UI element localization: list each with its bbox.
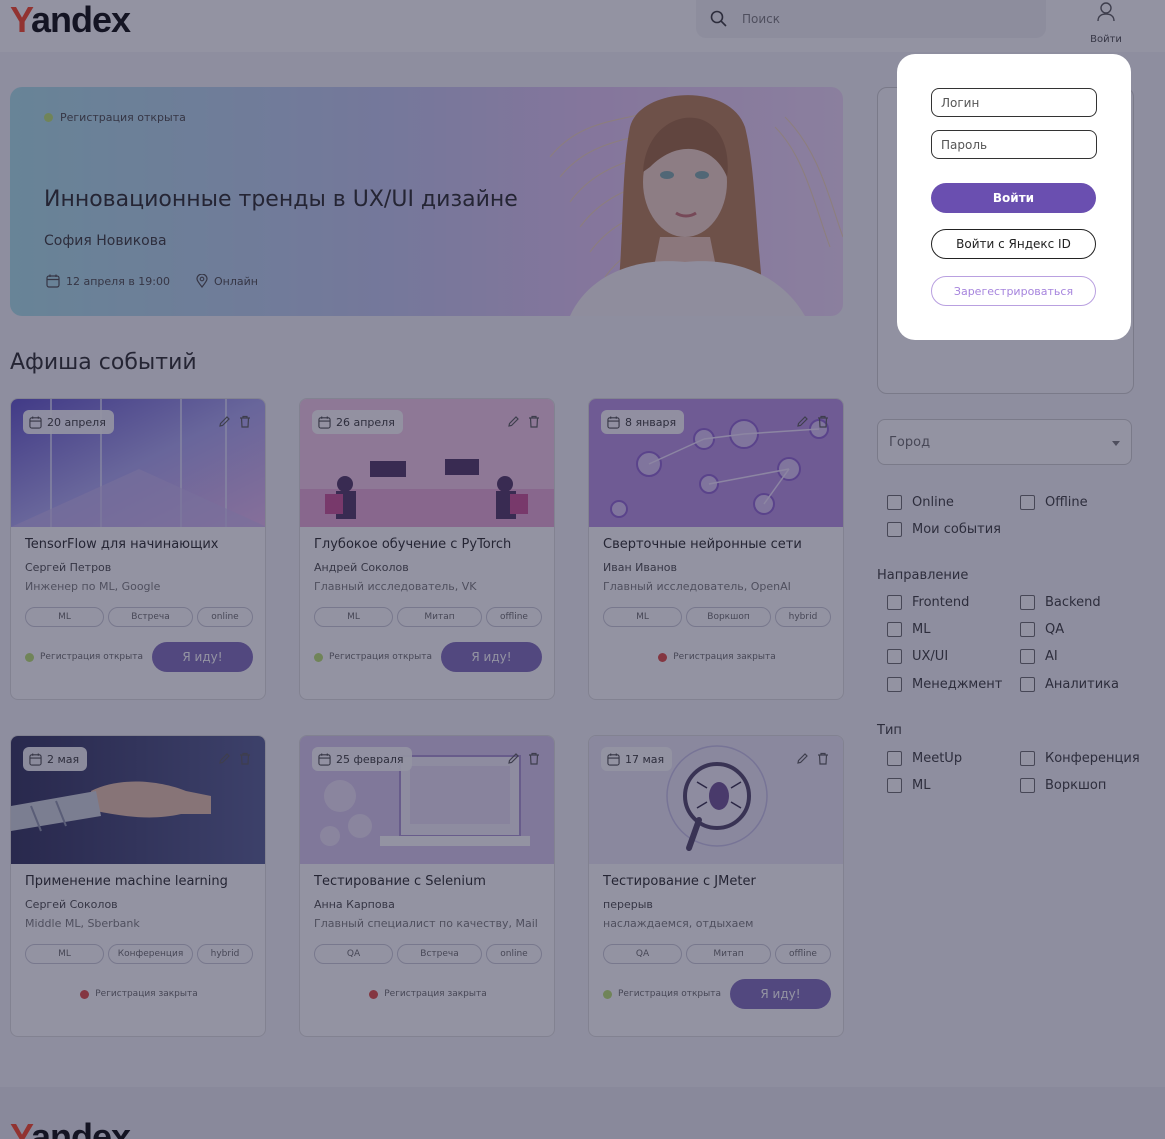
login-field[interactable] (931, 88, 1097, 117)
login-modal: Войти Войти с Яндекс ID Зарегестрировать… (897, 54, 1131, 340)
password-field[interactable] (931, 130, 1097, 159)
login-submit-button[interactable]: Войти (931, 183, 1096, 213)
register-button[interactable]: Зарегестрироваться (931, 276, 1096, 306)
yandex-id-button[interactable]: Войти с Яндекс ID (931, 229, 1096, 259)
